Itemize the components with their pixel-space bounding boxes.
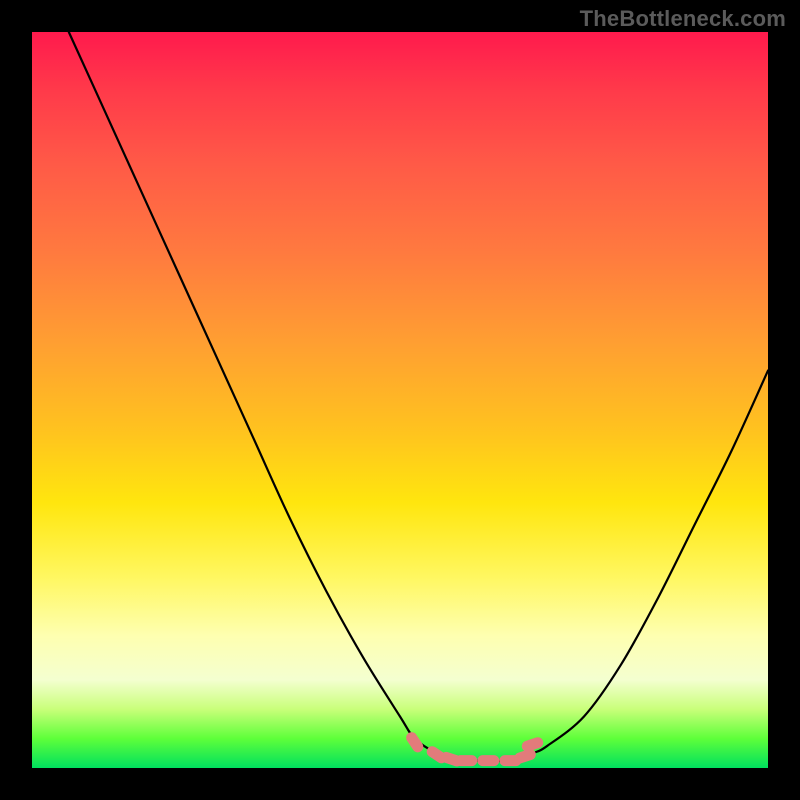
curve-svg [32, 32, 768, 768]
chart-frame: TheBottleneck.com [0, 0, 800, 800]
plot-area [32, 32, 768, 768]
marker-pill [404, 730, 425, 754]
marker-pill [455, 755, 477, 766]
marker-group [404, 730, 545, 768]
bottleneck-curve [69, 32, 768, 761]
marker-pill [477, 755, 499, 766]
watermark-text: TheBottleneck.com [580, 6, 786, 32]
